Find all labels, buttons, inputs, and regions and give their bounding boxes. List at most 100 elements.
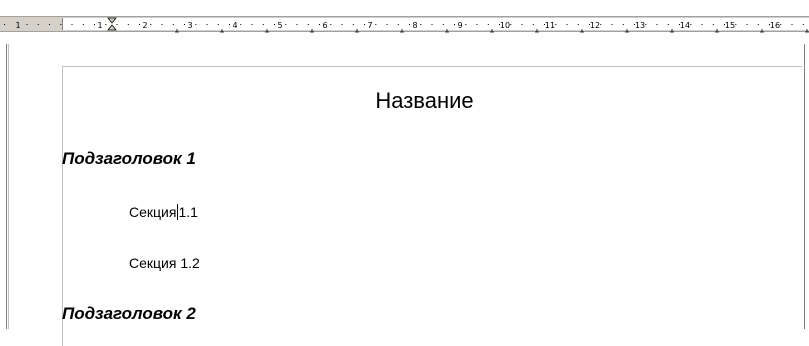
ruler-tick — [60, 24, 62, 25]
ruler-tick — [397, 24, 399, 25]
ruler-number: 15 — [725, 21, 735, 30]
tab-stop-icon[interactable] — [715, 29, 719, 33]
ruler-tick — [217, 24, 219, 25]
subheading-2[interactable]: Подзаголовок 2 — [62, 304, 196, 324]
document-title[interactable]: Название — [40, 88, 809, 114]
ruler-number: 14 — [680, 21, 690, 30]
section-1-1-text-after: 1.1 — [178, 204, 198, 220]
tab-stop-icon[interactable] — [265, 29, 269, 33]
right-border — [804, 44, 805, 329]
ruler-tick — [161, 24, 163, 25]
ruler-tick — [656, 24, 658, 25]
ruler-tick — [510, 24, 512, 25]
ruler-number: 10 — [500, 21, 510, 30]
tab-stop-icon[interactable] — [400, 29, 404, 33]
tab-stop-icon[interactable] — [175, 29, 179, 33]
tab-stop-icon[interactable] — [535, 29, 539, 33]
ruler-tick — [454, 24, 455, 25]
tab-stop-icon[interactable] — [355, 29, 359, 33]
ruler-tick — [285, 24, 287, 25]
ruler-tick — [195, 24, 197, 25]
ruler-tick — [690, 24, 692, 25]
tab-stop-icon[interactable] — [310, 29, 314, 33]
ruler-tick — [229, 24, 230, 25]
ruler-tick — [307, 24, 309, 25]
ruler-tick — [465, 24, 467, 25]
ruler-tick — [49, 24, 50, 25]
ruler-tick — [150, 24, 152, 25]
section-1-1-text-before: Секция — [129, 204, 177, 220]
ruler-tick — [319, 24, 320, 25]
ruler-tick — [184, 24, 185, 25]
tab-stop-icon[interactable] — [490, 29, 494, 33]
ruler-tick — [251, 24, 253, 25]
ruler-number: 1 — [15, 21, 20, 30]
ruler-number: 8 — [412, 21, 417, 30]
ruler-tick — [240, 24, 242, 25]
ruler-tick — [82, 24, 84, 25]
ruler-tick — [375, 24, 377, 25]
ruler-tick — [105, 24, 107, 25]
ruler-tick — [476, 24, 478, 25]
ruler-tick — [735, 24, 737, 25]
left-border-inner — [8, 44, 9, 329]
ruler-number: 9 — [457, 21, 462, 30]
ruler-number: 12 — [590, 21, 600, 30]
tab-stop-icon[interactable] — [805, 29, 809, 33]
ruler-tick — [521, 24, 523, 25]
ruler-tick — [71, 24, 73, 25]
ruler-tick — [431, 24, 433, 25]
ruler-tick — [127, 24, 129, 25]
ruler-tick — [172, 24, 174, 25]
ruler-tick — [611, 24, 613, 25]
ruler-tick — [442, 24, 444, 25]
ruler-tick — [409, 24, 410, 25]
ruler-number: 5 — [277, 21, 282, 30]
ruler-number: 6 — [322, 21, 327, 30]
ruler-tick — [600, 24, 602, 25]
ruler-tick — [667, 24, 669, 25]
ruler-tick — [555, 24, 557, 25]
ruler-tick — [94, 24, 95, 25]
subheading-1[interactable]: Подзаголовок 1 — [62, 149, 196, 169]
ruler-tick — [566, 24, 568, 25]
tab-stop-icon[interactable] — [220, 29, 224, 33]
section-1-2[interactable]: Секция 1.2 — [129, 255, 200, 271]
ruler-tick — [341, 24, 343, 25]
ruler-tick — [577, 24, 579, 25]
ruler-tick — [757, 24, 759, 25]
ruler-tick — [487, 24, 489, 25]
ruler-tick — [645, 24, 647, 25]
tab-stop-icon[interactable] — [625, 29, 629, 33]
ruler-tick — [420, 24, 422, 25]
document-area[interactable]: Название Подзаголовок 1 Секция 1.1 Секция… — [0, 44, 809, 346]
ruler-number: 16 — [770, 21, 780, 30]
indent-marker-icon[interactable] — [107, 17, 117, 31]
ruler-tick — [622, 24, 624, 25]
ruler-tick — [746, 24, 748, 25]
tab-stop-icon[interactable] — [445, 29, 449, 33]
ruler-number: 1 — [97, 21, 102, 30]
ruler-tick — [712, 24, 714, 25]
section-1-1[interactable]: Секция 1.1 — [129, 204, 198, 220]
ruler-tick — [352, 24, 354, 25]
ruler-tick — [791, 24, 793, 25]
ruler-tick — [802, 24, 804, 25]
ruler-number: 4 — [232, 21, 237, 30]
ruler-tick — [532, 24, 534, 25]
ruler-tick — [116, 24, 118, 25]
tab-stop-icon[interactable] — [670, 29, 674, 33]
ruler-tick — [37, 24, 39, 25]
ruler-number: 11 — [545, 21, 555, 30]
ruler-tick — [4, 24, 5, 25]
ruler-tick — [330, 24, 332, 25]
ruler-tick — [26, 24, 28, 25]
tab-stop-icon[interactable] — [580, 29, 584, 33]
ruler-number: 3 — [187, 21, 192, 30]
ruler-tick — [139, 24, 140, 25]
ruler-tick — [701, 24, 703, 25]
tab-stop-icon[interactable] — [760, 29, 764, 33]
horizontal-ruler[interactable]: 11234567891011121314151617 — [0, 0, 809, 44]
ruler-tick — [364, 24, 365, 25]
ruler-number: 7 — [367, 21, 372, 30]
